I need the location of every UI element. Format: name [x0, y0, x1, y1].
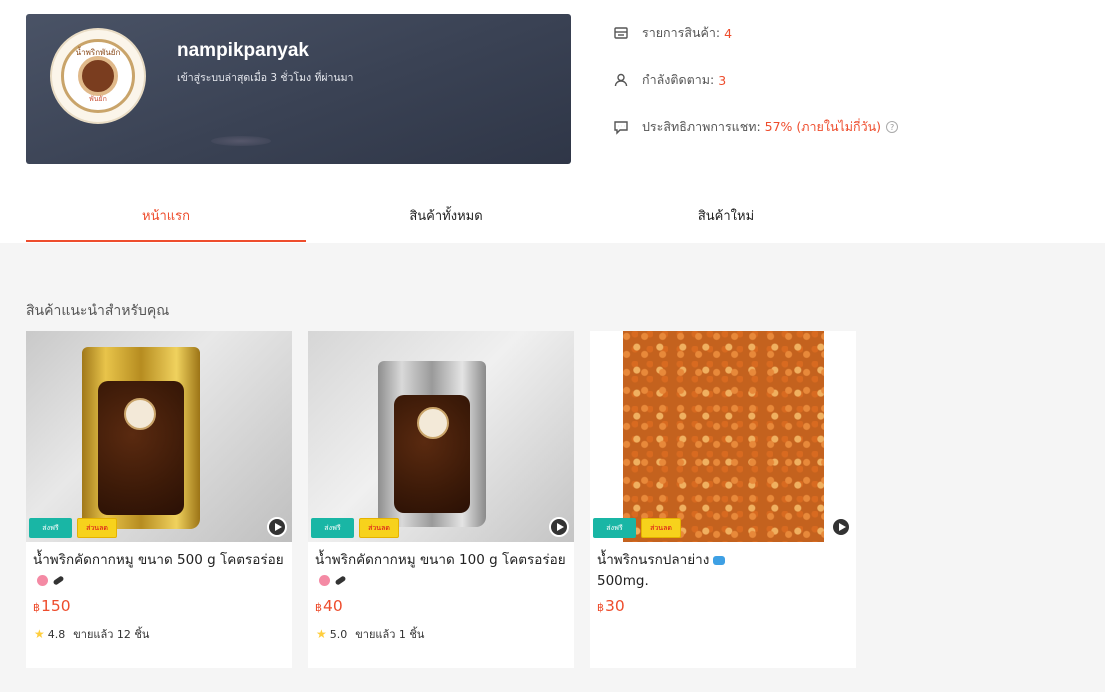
product-card[interactable]: ส่งฟรี ส่วนลด น้ำพริกคัดกากหมู ขนาด 500 …	[26, 331, 292, 668]
stat-following-label: กำลังติดตาม:	[642, 72, 715, 87]
product-name-text: น้ำพริกคัดกากหมู ขนาด 500 g โคตรอร่อย	[33, 552, 284, 568]
logo-face	[78, 56, 118, 96]
stat-products-value: 4	[724, 25, 733, 41]
product-price: ฿150	[33, 597, 71, 615]
logo-bottom-text: พันยัก	[89, 95, 107, 103]
product-image[interactable]	[26, 331, 292, 542]
product-name-text: น้ำพริกคัดกากหมู ขนาด 100 g โคตรอร่อย	[315, 552, 566, 568]
stat-products-label: รายการสินค้า:	[642, 25, 721, 40]
shop-avatar[interactable]: น้ำพริกพันยัก พันยัก	[50, 28, 146, 124]
pig-emoji-icon	[319, 575, 330, 586]
star-icon: ★	[316, 627, 327, 641]
main-content: สินค้าแนะนำสำหรับคุณ ส่งฟรี ส่วนลด น้ำพร…	[0, 243, 1105, 692]
product-price: ฿40	[315, 597, 343, 615]
promo-badges: ส่งฟรี ส่วนลด	[593, 518, 681, 538]
product-card[interactable]: ส่งฟรี ส่วนลด น้ำพริกคัดกากหมู ขนาด 100 …	[308, 331, 574, 668]
product-price: ฿30	[597, 597, 625, 615]
discount-badge: ส่วนลด	[641, 518, 681, 538]
shop-header: น้ำพริกพันยัก พันยัก nampikpanyak เข้าสู…	[0, 0, 1105, 245]
chat-icon	[614, 121, 628, 135]
gold-pouch	[82, 347, 200, 529]
tab-all-products[interactable]: สินค้าทั้งหมด	[306, 188, 586, 242]
play-video-icon[interactable]	[267, 517, 287, 537]
star-icon: ★	[34, 627, 45, 641]
product-name-line2: 500mg.	[597, 573, 649, 589]
chili-emoji-icon	[334, 575, 347, 586]
pig-emoji-icon	[37, 575, 48, 586]
currency-symbol: ฿	[33, 601, 40, 614]
store-icon	[614, 27, 628, 39]
currency-symbol: ฿	[315, 601, 322, 614]
product-name[interactable]: น้ำพริกคัดกากหมู ขนาด 500 g โคตรอร่อย	[33, 550, 288, 592]
stat-products: รายการสินค้า: 4	[613, 22, 898, 44]
stat-chat-label: ประสิทธิภาพการแชท:	[642, 119, 761, 134]
promo-badges: ส่งฟรี ส่วนลด	[29, 518, 117, 538]
stat-chat-value: 57% (ภายในไม่กี่วัน)	[764, 119, 882, 134]
shop-logo: น้ำพริกพันยัก พันยัก	[61, 39, 135, 113]
silver-pouch	[378, 361, 486, 527]
play-video-icon[interactable]	[549, 517, 569, 537]
product-card[interactable]: ส่งฟรี ส่วนลด น้ำพริกนรกปลาย่าง 500mg. ฿3…	[590, 331, 856, 668]
product-image[interactable]	[308, 331, 574, 542]
sold-count: ขายแล้ว 12 ชิ้น	[73, 628, 150, 641]
sold-count: ขายแล้ว 1 ชิ้น	[355, 628, 425, 641]
logo-top-text: น้ำพริกพันยัก	[75, 48, 121, 57]
shop-name[interactable]: nampikpanyak	[177, 40, 309, 62]
rating-value: 4.8	[47, 627, 66, 641]
stat-chat: ประสิทธิภาพการแชท: 57% (ภายในไม่กี่วัน) …	[613, 116, 899, 138]
price-value: 40	[323, 597, 343, 615]
price-value: 150	[41, 597, 71, 615]
stat-following-value: 3	[718, 72, 727, 88]
help-icon[interactable]: ?	[886, 121, 899, 133]
play-video-icon[interactable]	[831, 517, 851, 537]
currency-symbol: ฿	[597, 601, 604, 614]
product-image[interactable]	[590, 331, 856, 542]
discount-badge: ส่วนลด	[359, 518, 399, 538]
shop-tabs: หน้าแรก สินค้าทั้งหมด สินค้าใหม่	[0, 188, 1105, 242]
rating-value: 5.0	[329, 627, 348, 641]
shop-stats: รายการสินค้า: 4 กำลังติดตาม: 3 ประสิทธิภ…	[613, 22, 899, 163]
price-value: 30	[605, 597, 625, 615]
product-name[interactable]: น้ำพริกคัดกากหมู ขนาด 100 g โคตรอร่อย	[315, 550, 570, 592]
chili-emoji-icon	[52, 575, 65, 586]
fish-emoji-icon	[713, 556, 726, 565]
chili-flakes-photo	[623, 331, 824, 542]
tab-home[interactable]: หน้าแรก	[26, 188, 306, 242]
product-rating: ★ 4.8 ขายแล้ว 12 ชิ้น	[34, 625, 149, 643]
product-name-text: น้ำพริกนรกปลาย่าง	[597, 552, 710, 568]
section-title: สินค้าแนะนำสำหรับคุณ	[26, 303, 170, 319]
free-shipping-badge: ส่งฟรี	[593, 518, 636, 538]
last-login-text: เข้าสู่ระบบล่าสุดเมื่อ 3 ชั่วโมง ที่ผ่าน…	[177, 72, 354, 84]
shop-banner: น้ำพริกพันยัก พันยัก nampikpanyak เข้าสู…	[26, 14, 571, 164]
free-shipping-badge: ส่งฟรี	[29, 518, 72, 538]
product-rating: ★ 5.0 ขายแล้ว 1 ชิ้น	[316, 625, 424, 643]
free-shipping-badge: ส่งฟรี	[311, 518, 354, 538]
promo-badges: ส่งฟรี ส่วนลด	[311, 518, 399, 538]
user-icon	[614, 73, 628, 87]
discount-badge: ส่วนลด	[77, 518, 117, 538]
banner-smudge	[211, 136, 271, 146]
product-name[interactable]: น้ำพริกนรกปลาย่าง 500mg.	[597, 550, 852, 592]
tab-new-products[interactable]: สินค้าใหม่	[586, 188, 866, 242]
stat-following: กำลังติดตาม: 3	[613, 69, 898, 91]
